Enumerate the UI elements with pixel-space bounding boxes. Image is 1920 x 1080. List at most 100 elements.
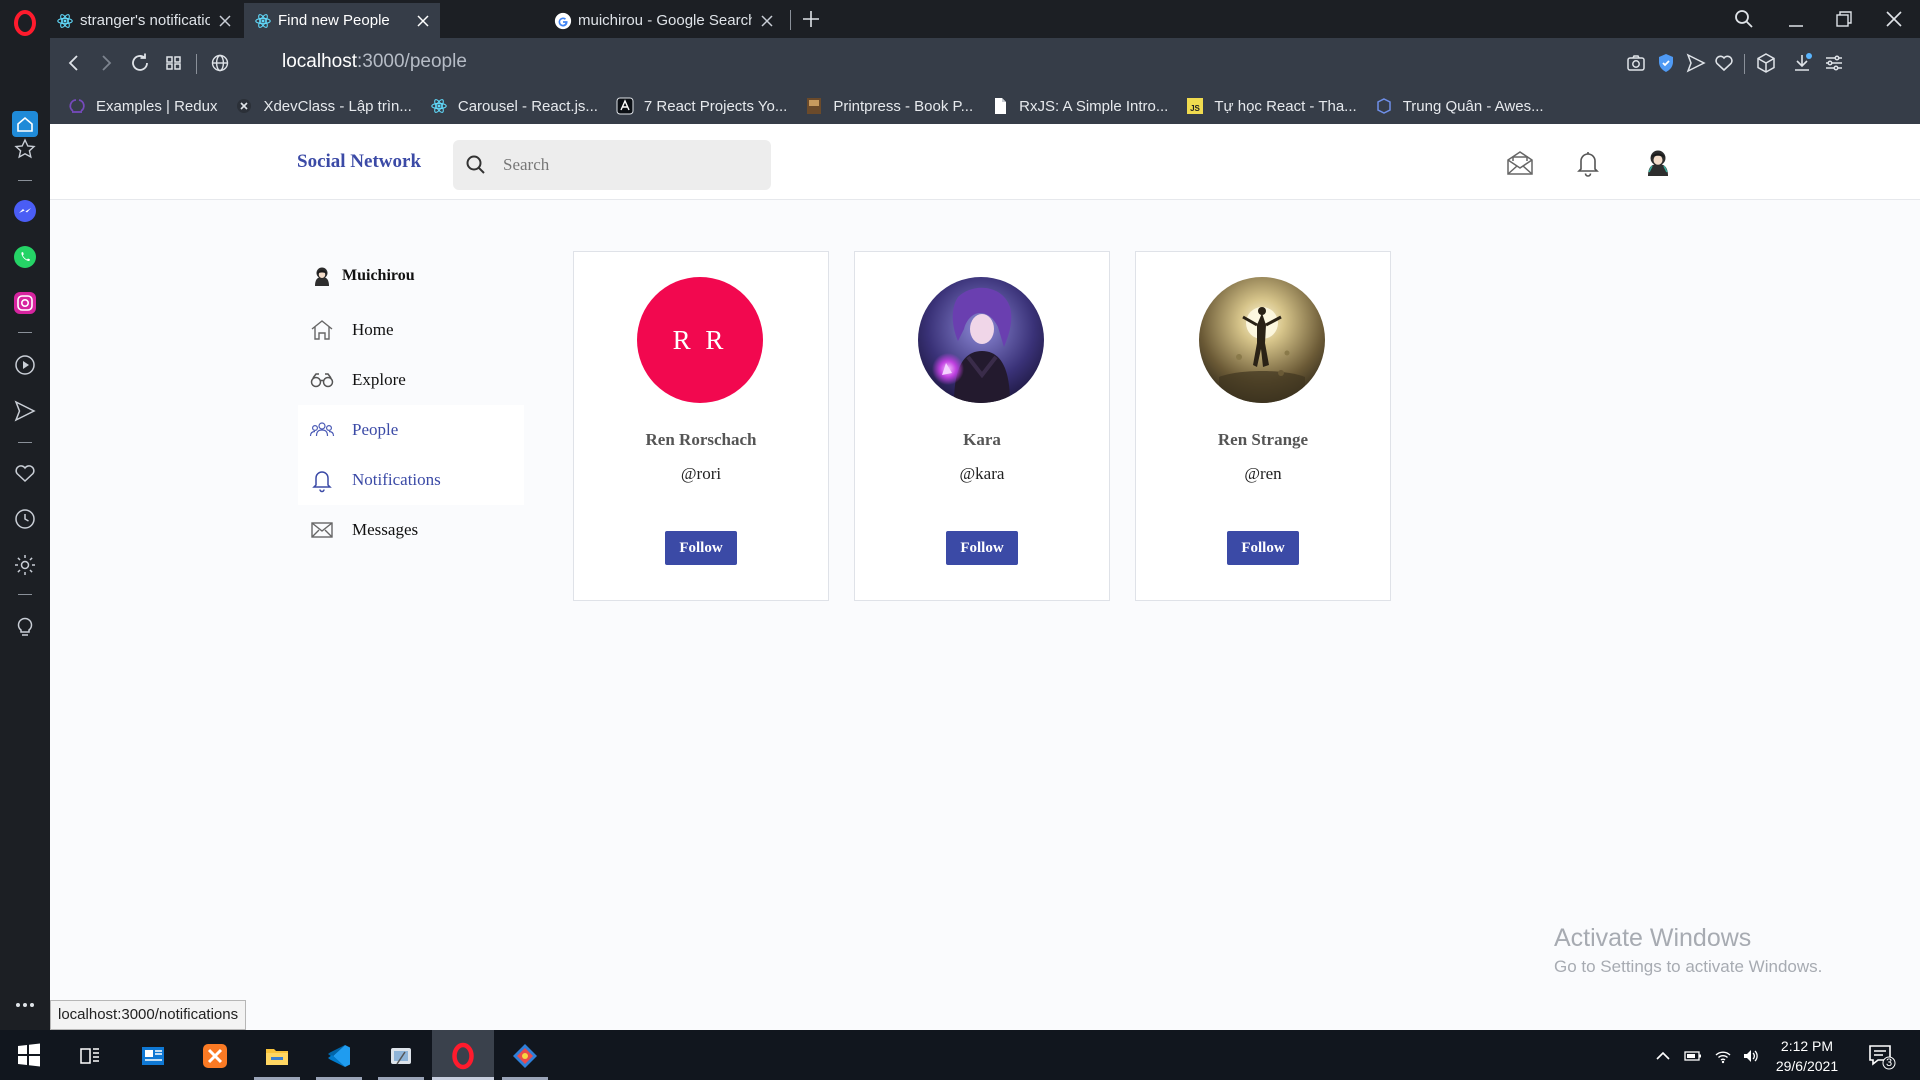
taskbar-clock[interactable]: 2:12 PM 29/6/2021 [1772, 1036, 1842, 1076]
git-kraken-icon[interactable] [511, 1042, 539, 1070]
bookmark-react-projects[interactable]: 7 React Projects Yo... [616, 97, 787, 115]
bookmark-label: Printpress - Book P... [833, 97, 974, 115]
bookmark-carousel[interactable]: Carousel - React.js... [430, 97, 598, 115]
snipping-tool-icon[interactable] [387, 1042, 415, 1070]
back-arrow-icon[interactable] [62, 51, 86, 75]
url-host: localhost [282, 51, 357, 72]
tab-find-people[interactable]: Find new People [244, 3, 440, 38]
bell-icon[interactable] [1573, 148, 1603, 178]
people-icon [309, 422, 335, 437]
bookmark-tu-hoc-react[interactable]: JS Tự học React - Tha... [1186, 97, 1357, 115]
tab-search-icon[interactable] [1732, 7, 1756, 31]
easy-setup-icon[interactable] [1822, 51, 1846, 75]
new-tab-plus-icon[interactable] [800, 8, 822, 30]
file-explorer-icon[interactable] [263, 1042, 291, 1070]
current-user[interactable]: Muichirou [312, 265, 415, 287]
more-options-icon[interactable] [12, 994, 38, 1016]
settings-gear-icon[interactable] [12, 552, 38, 578]
bookmark-label: Tự học React - Tha... [1214, 97, 1357, 115]
star-icon[interactable] [12, 136, 38, 162]
person-name[interactable]: Ren Strange [1136, 430, 1390, 450]
avatar[interactable] [918, 277, 1044, 403]
opera-logo-icon[interactable] [10, 8, 40, 38]
sidebar-divider [18, 180, 32, 181]
react-icon [255, 13, 271, 28]
send-icon[interactable] [12, 398, 38, 424]
person-handle: @ren [1244, 464, 1282, 483]
cube-icon[interactable] [1754, 51, 1778, 75]
speed-dial-home-icon[interactable] [11, 110, 39, 138]
windows-start-icon[interactable] [16, 1042, 42, 1068]
xdevclass-icon [237, 99, 252, 113]
bookmark-rxjs[interactable]: RxJS: A Simple Intro... [991, 97, 1168, 115]
instagram-icon[interactable] [12, 290, 38, 316]
brand-logo[interactable]: Social Network [297, 151, 421, 173]
outlook-app-icon[interactable] [139, 1042, 167, 1070]
close-tab-icon[interactable] [416, 14, 430, 28]
person-name[interactable]: Ren Rorschach [574, 430, 828, 450]
user-avatar[interactable] [1642, 146, 1674, 178]
shield-icon[interactable] [1654, 51, 1678, 75]
svg-text:JS: JS [1190, 104, 1200, 113]
download-icon[interactable] [1790, 51, 1814, 75]
task-view-icon[interactable] [76, 1042, 104, 1070]
xampp-app-icon[interactable] [201, 1042, 229, 1070]
send-icon[interactable] [1684, 51, 1708, 75]
search-icon [466, 155, 485, 174]
avatar-initials[interactable]: R R [637, 277, 763, 403]
bookmark-trung-quan[interactable]: Trung Quân - Awes... [1375, 97, 1544, 115]
lightbulb-icon[interactable] [12, 614, 38, 640]
bookmark-printpress[interactable]: Printpress - Book P... [805, 97, 973, 115]
nav-label: Explore [352, 370, 406, 389]
search-input[interactable] [503, 153, 753, 177]
tab-separator [790, 10, 791, 30]
close-window-icon[interactable] [1882, 7, 1906, 31]
whatsapp-icon[interactable] [12, 244, 38, 270]
bookmark-xdevclass[interactable]: XdevClass - Lập trìn... [235, 97, 412, 115]
nav-item-messages[interactable]: Messages [298, 505, 524, 555]
volume-icon[interactable] [1742, 1047, 1760, 1065]
nav-item-explore[interactable]: Explore [298, 355, 524, 405]
tab-notifications[interactable]: stranger's notifications [46, 3, 242, 38]
google-icon [554, 12, 572, 29]
tab-grid-icon[interactable] [162, 51, 186, 75]
follow-button[interactable]: Follow [946, 531, 1018, 565]
heart-icon[interactable] [1712, 51, 1736, 75]
restore-window-icon[interactable] [1832, 7, 1856, 31]
opera-app-icon[interactable] [449, 1042, 477, 1070]
forward-arrow-icon[interactable] [94, 51, 118, 75]
nav-item-home[interactable]: Home [298, 305, 524, 355]
avatar[interactable] [1199, 277, 1325, 403]
follow-button[interactable]: Follow [1227, 531, 1299, 565]
person-handle: @rori [680, 464, 722, 483]
player-icon[interactable] [12, 352, 38, 378]
wifi-icon[interactable] [1714, 1047, 1732, 1065]
history-clock-icon[interactable] [12, 506, 38, 532]
binoculars-icon [310, 373, 334, 388]
camera-icon[interactable] [1624, 51, 1648, 75]
nav-item-people[interactable]: People [298, 405, 524, 455]
search-box[interactable] [453, 140, 771, 190]
battery-icon[interactable] [1684, 1047, 1702, 1065]
angular-icon [616, 97, 634, 115]
chevron-up-icon[interactable] [1654, 1047, 1672, 1065]
home-icon [311, 320, 333, 340]
mail-envelope-icon[interactable] [1505, 148, 1535, 178]
vscode-icon[interactable] [325, 1042, 353, 1070]
heart-icon[interactable] [12, 460, 38, 486]
person-card: R R Ren Rorschach @rori Follow [573, 251, 829, 601]
minimize-icon[interactable] [1784, 7, 1808, 31]
bookmark-redux[interactable]: Examples | Redux [68, 97, 217, 115]
close-tab-icon[interactable] [760, 14, 774, 28]
follow-button[interactable]: Follow [665, 531, 737, 565]
person-name[interactable]: Kara [855, 430, 1109, 450]
close-tab-icon[interactable] [218, 14, 232, 28]
book-icon [807, 98, 822, 114]
url-path: :3000/people [357, 51, 467, 72]
nav-item-notifications[interactable]: Notifications [298, 455, 524, 505]
tab-google-search[interactable]: muichirou - Google Search [544, 3, 784, 38]
messenger-icon[interactable] [12, 198, 38, 224]
url-field[interactable]: localhost:3000/people [282, 51, 467, 73]
reload-icon[interactable] [128, 51, 152, 75]
avatar-image [1199, 277, 1325, 403]
